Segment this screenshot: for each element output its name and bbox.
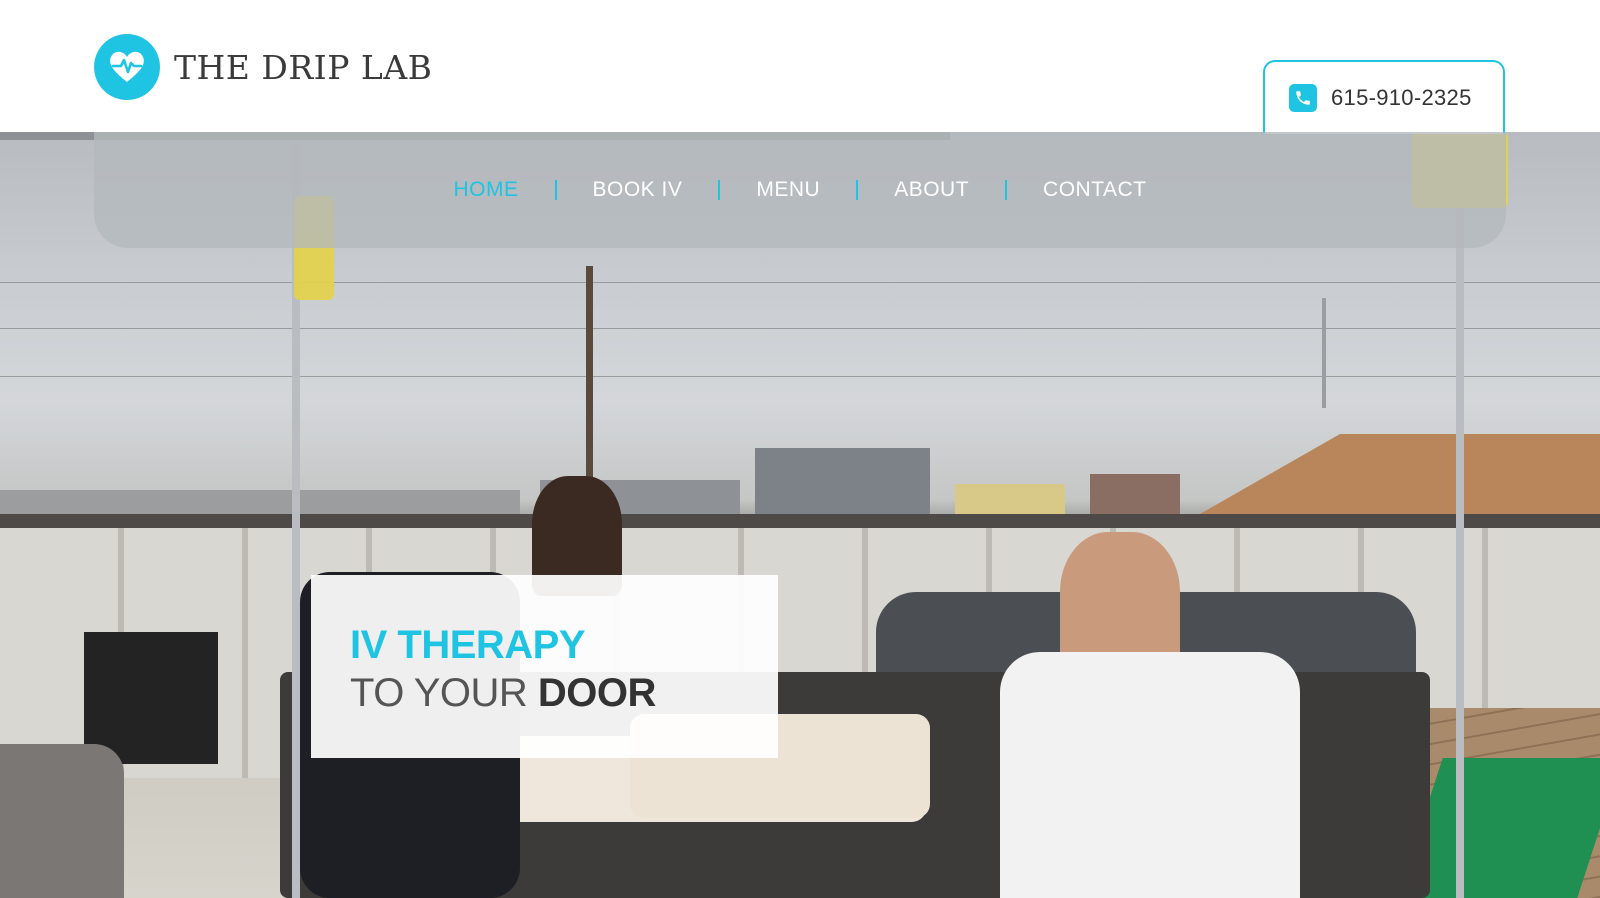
roof-ledge [0, 514, 1600, 528]
nav-contact[interactable]: CONTACT [1043, 178, 1146, 202]
hero-tagline-card: IV THERAPY TO YOUR DOOR [311, 575, 778, 758]
iv-pole [1456, 142, 1464, 898]
power-line [0, 328, 1600, 329]
utility-pole [1322, 298, 1326, 408]
nav-divider [554, 180, 557, 200]
phone-icon [1289, 84, 1317, 112]
power-line [0, 376, 1600, 377]
site-header: THE DRIP LAB 615-910-2325 [0, 0, 1600, 134]
person-seated-right-shirt [1000, 652, 1300, 898]
nav-menu[interactable]: MENU [756, 178, 820, 202]
phone-number: 615-910-2325 [1331, 85, 1472, 110]
phone-button[interactable]: 615-910-2325 [1263, 60, 1505, 134]
nav-about[interactable]: ABOUT [894, 178, 969, 202]
brand-name: THE DRIP LAB [174, 47, 433, 87]
logo[interactable]: THE DRIP LAB [94, 34, 432, 100]
nav-divider [718, 180, 721, 200]
nav-divider [856, 180, 859, 200]
background-houses [0, 422, 1600, 514]
nav-home[interactable]: HOME [454, 178, 519, 202]
tagline-line-2: TO YOUR DOOR [350, 671, 656, 716]
power-line [0, 282, 1600, 283]
tagline-accent: IV THERAPY [350, 623, 586, 667]
nav-divider [1005, 180, 1008, 200]
tagline-prefix: TO YOUR [350, 671, 538, 715]
tagline-bold: DOOR [537, 671, 657, 715]
main-nav: HOME BOOK IV MENU ABOUT CONTACT [94, 132, 1506, 248]
planter-box [84, 632, 218, 764]
nav-book-iv[interactable]: BOOK IV [593, 178, 683, 202]
heart-pulse-icon [94, 34, 160, 100]
fire-pit [0, 744, 124, 898]
